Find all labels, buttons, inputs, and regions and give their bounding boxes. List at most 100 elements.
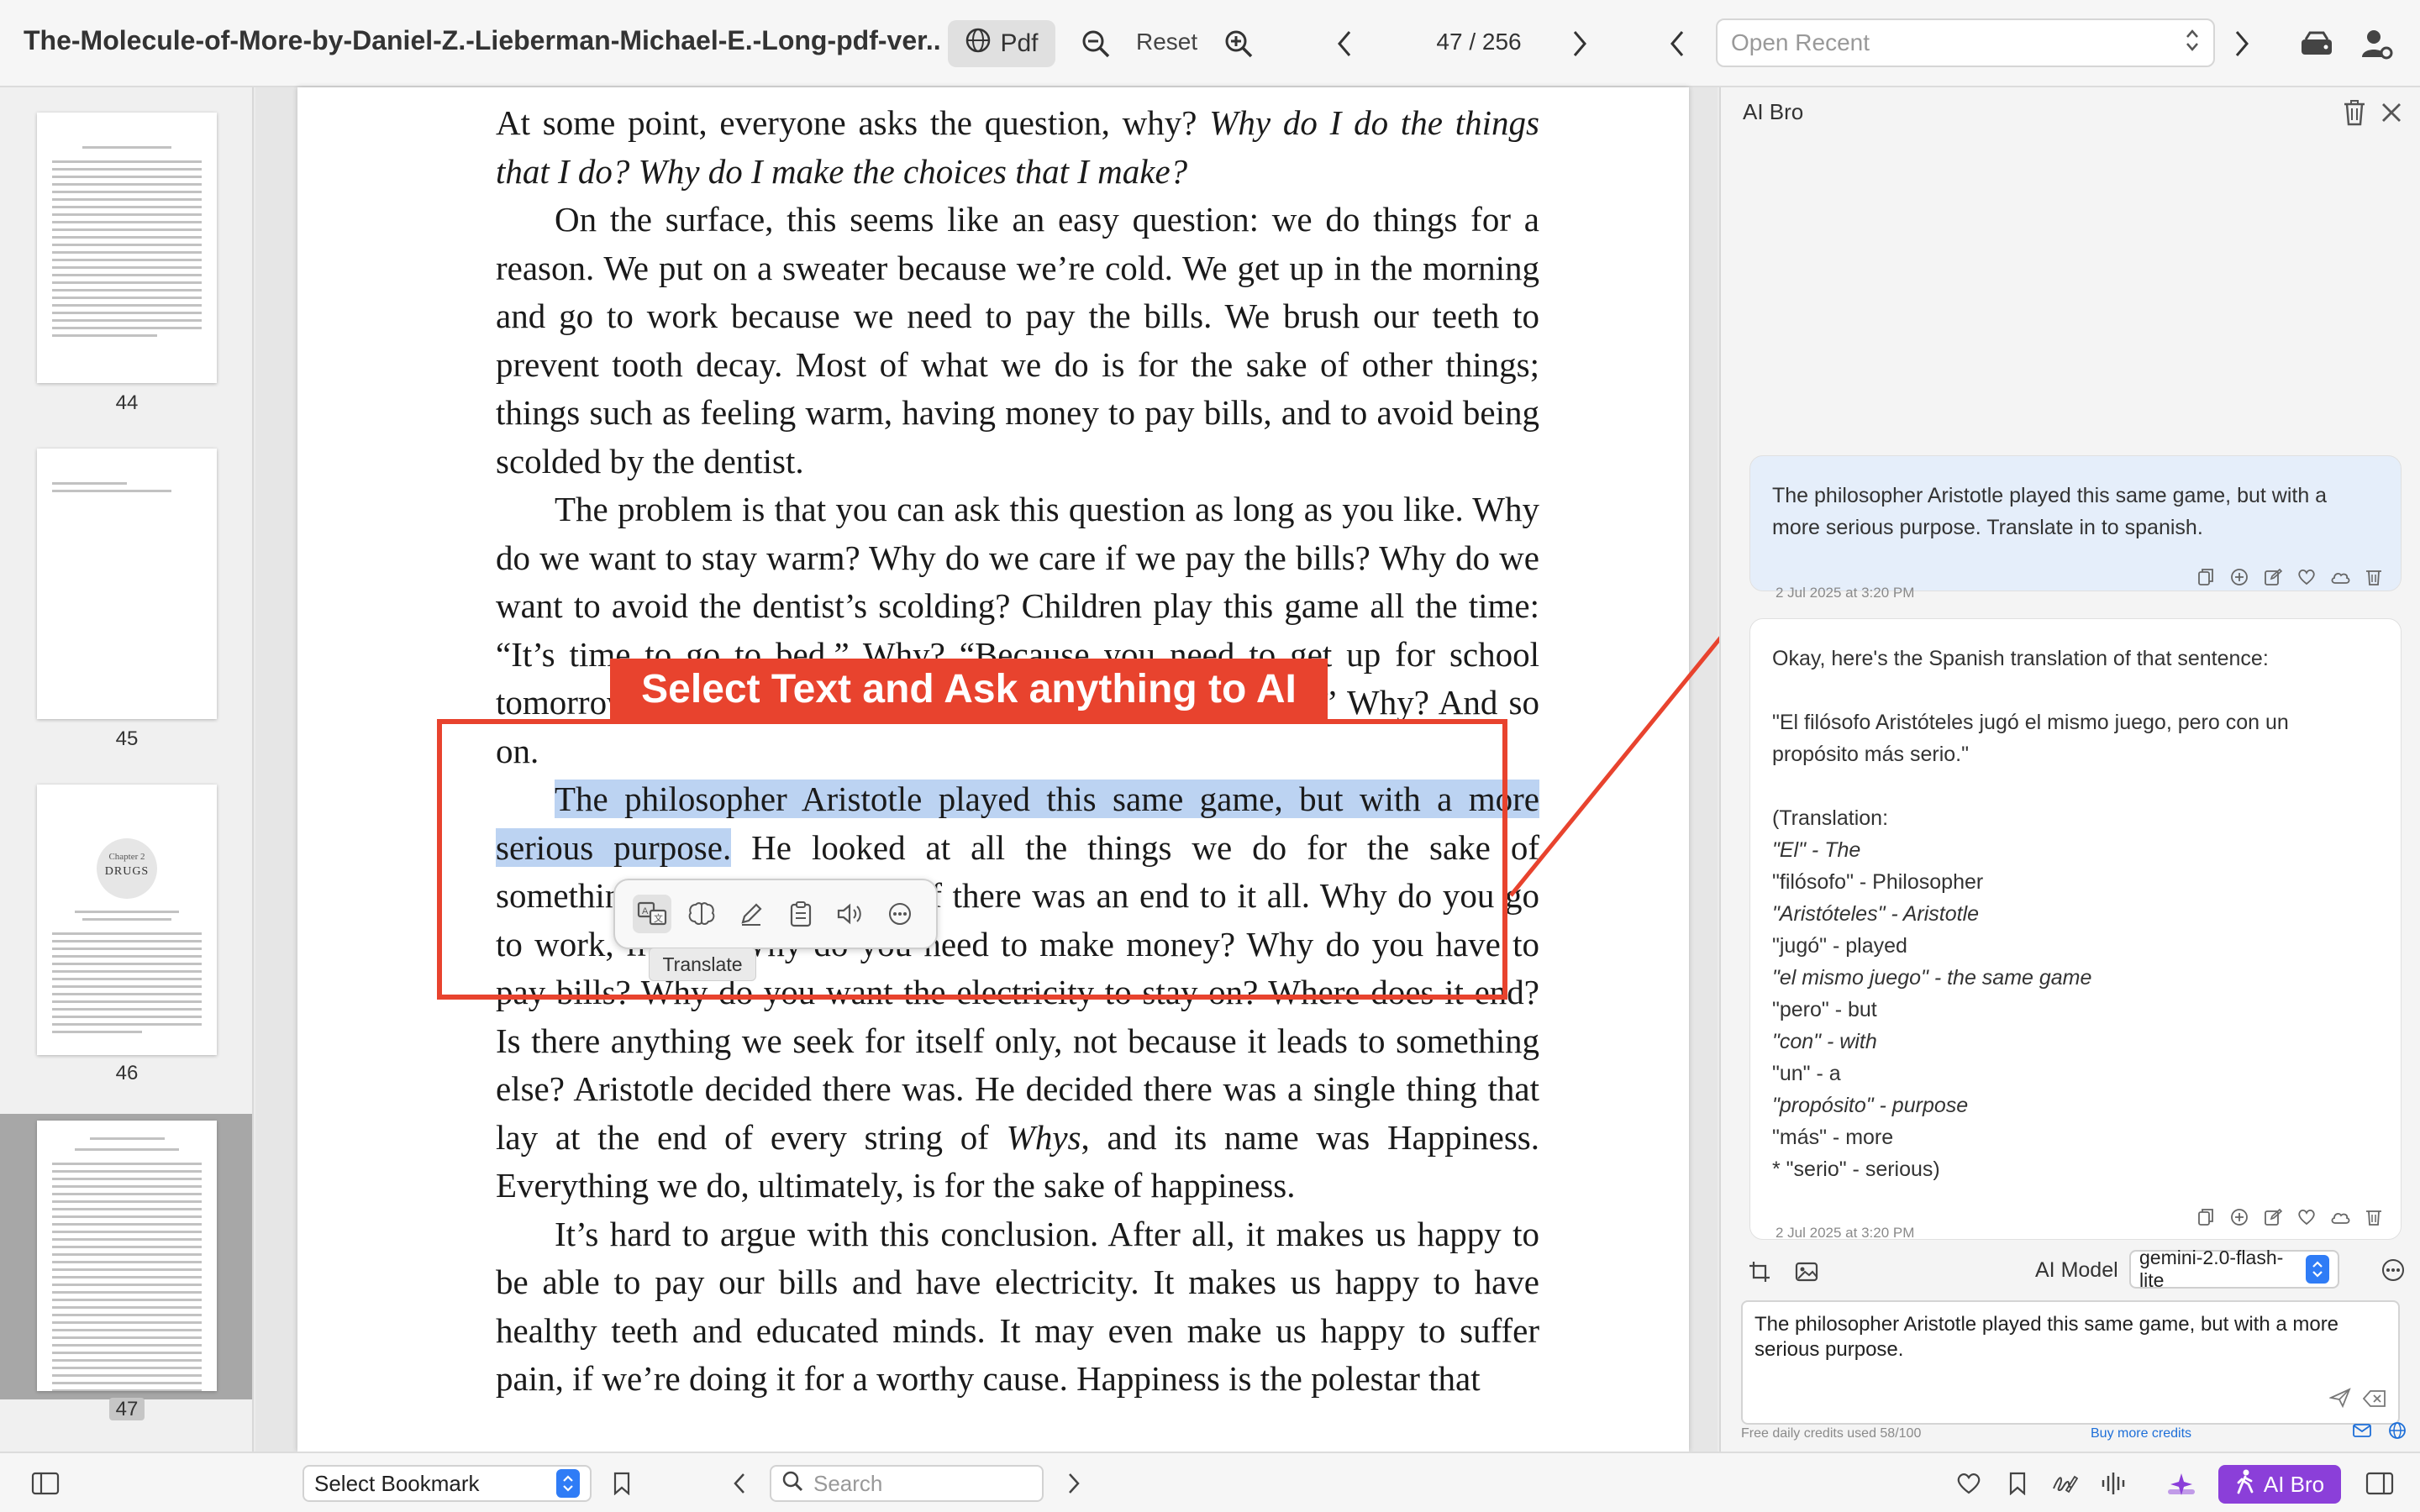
paragraph[interactable]: At some point, everyone asks the questio…	[496, 99, 1539, 196]
svg-text:A: A	[642, 906, 649, 916]
thumbnail-page-45[interactable]	[37, 449, 217, 719]
send-icon[interactable]	[2328, 1388, 2351, 1415]
ai-panel-title: AI Bro	[1743, 99, 1804, 124]
clear-input-icon[interactable]	[2362, 1389, 2386, 1415]
pencil-icon[interactable]	[732, 895, 771, 933]
edit-icon[interactable]	[2263, 1207, 2283, 1227]
thumbnail-page-47[interactable]	[37, 1121, 217, 1391]
assistant-message-text: Okay, here's the Spanish translation of …	[1772, 643, 2379, 1185]
add-icon[interactable]	[2229, 567, 2249, 587]
pdf-mode-button[interactable]: Pdf	[948, 20, 1055, 67]
copy-icon[interactable]	[2196, 1207, 2216, 1227]
clipboard-icon[interactable]	[781, 895, 820, 933]
ai-chat-panel: AI Bro The philosopher Aristotle played …	[1719, 87, 2420, 1452]
assistant-message-line: * "serio" - serious)	[1772, 1158, 1940, 1181]
signature-icon[interactable]	[2047, 1467, 2082, 1500]
ai-prompt-input[interactable]: The philosopher Aristotle played this sa…	[1741, 1300, 2400, 1425]
right-sidebar-toggle-icon[interactable]	[2361, 1467, 2398, 1500]
assistant-message-line: "el mismo juego" - the same game	[1772, 966, 2092, 990]
sparkle-icon[interactable]	[2163, 1468, 2200, 1500]
top-toolbar: The-Molecule-of-More-by-Daniel-Z.-Lieber…	[0, 0, 2420, 87]
person-walking-icon	[2235, 1469, 2255, 1500]
page-indicator: 47 / 256	[1436, 29, 1522, 55]
crop-icon[interactable]	[1743, 1255, 1776, 1289]
heart-icon[interactable]	[2296, 567, 2317, 587]
search-next-button[interactable]	[1057, 1467, 1091, 1500]
more-options-icon[interactable]	[2376, 1253, 2410, 1287]
buy-credits-link[interactable]: Buy more credits	[2091, 1426, 2191, 1441]
thumbnail-page-44[interactable]	[37, 113, 217, 383]
pdf-mode-label: Pdf	[1000, 29, 1039, 57]
assistant-message-line: "filósofo" - Philosopher	[1772, 870, 1984, 894]
user-message-timestamp: 2 Jul 2025 at 3:20 PM	[1776, 585, 1915, 601]
next-page-button[interactable]	[1563, 27, 1597, 60]
search-icon	[781, 1470, 803, 1498]
bookmark-select[interactable]: Select Bookmark	[302, 1465, 592, 1502]
thumbnail-chapter-title: DRUGS	[104, 865, 150, 878]
callout-banner: Select Text and Ask anything to AI	[610, 659, 1328, 719]
assistant-message-line: "con" - with	[1772, 1030, 1877, 1053]
reset-zoom-button[interactable]: Reset	[1136, 29, 1197, 55]
paragraph[interactable]: It’s hard to argue with this conclusion.…	[496, 1210, 1539, 1404]
credits-usage: Free daily credits used 58/100	[1741, 1426, 1922, 1441]
open-recent-placeholder: Open Recent	[1731, 29, 1870, 55]
audio-waveform-icon[interactable]	[2096, 1467, 2131, 1500]
copy-icon[interactable]	[2196, 567, 2216, 587]
selection-action-popup: A文	[613, 879, 938, 949]
translate-icon[interactable]: A文	[632, 895, 671, 933]
bookmark-list-icon[interactable]	[2000, 1467, 2035, 1500]
bookmark-icon[interactable]	[605, 1467, 639, 1500]
up-down-chevron-icon	[556, 1469, 580, 1498]
zoom-in-icon[interactable]	[1220, 25, 1257, 62]
thumbnail-page-46[interactable]: Chapter 2 DRUGS	[37, 785, 217, 1055]
open-recent-select[interactable]: Open Recent	[1716, 18, 2215, 67]
ai-bro-button[interactable]: AI Bro	[2218, 1465, 2341, 1504]
message-actions	[2196, 1207, 2384, 1227]
close-icon[interactable]	[2375, 96, 2408, 129]
speaker-icon[interactable]	[831, 895, 870, 933]
assistant-message-line	[1772, 675, 2379, 706]
up-down-chevron-icon	[2185, 28, 2200, 59]
drive-icon[interactable]	[2296, 24, 2338, 64]
previous-page-button[interactable]	[1328, 27, 1361, 60]
trash-icon[interactable]	[2338, 96, 2371, 129]
zoom-out-icon[interactable]	[1077, 25, 1114, 62]
cloud-icon[interactable]	[2330, 1207, 2350, 1227]
account-settings-icon[interactable]	[2356, 24, 2398, 64]
globe-icon[interactable]	[2388, 1421, 2407, 1444]
paragraph[interactable]: On the surface, this seems like an easy …	[496, 196, 1539, 486]
assistant-message-line: "más" - more	[1772, 1126, 1894, 1149]
thumbnail-label: 44	[115, 391, 139, 414]
delete-icon[interactable]	[2364, 1207, 2384, 1227]
more-options-icon[interactable]	[881, 895, 919, 933]
edit-icon[interactable]	[2263, 567, 2283, 587]
thumbnail-label: 46	[115, 1062, 139, 1084]
ai-input-area: AI Model gemini-2.0-flash-lite The philo…	[1721, 1247, 2420, 1452]
search-previous-button[interactable]	[723, 1467, 756, 1500]
assistant-message-timestamp: 2 Jul 2025 at 3:20 PM	[1776, 1225, 1915, 1241]
user-message: The philosopher Aristotle played this sa…	[1749, 455, 2402, 601]
search-placeholder: Search	[813, 1470, 883, 1496]
assistant-message-line: "un" - a	[1772, 1062, 1841, 1085]
heart-icon[interactable]	[2296, 1207, 2317, 1227]
add-icon[interactable]	[2229, 1207, 2249, 1227]
assistant-message-line: "pero" - but	[1772, 998, 1877, 1021]
image-icon[interactable]	[1790, 1255, 1823, 1289]
recent-back-button[interactable]	[1660, 27, 1694, 60]
bottom-toolbar: Select Bookmark Search AI Bro	[0, 1452, 2420, 1512]
ai-bro-label: AI Bro	[2263, 1471, 2325, 1497]
thumbnail-label: 45	[115, 727, 139, 750]
delete-icon[interactable]	[2364, 567, 2384, 587]
mail-icon[interactable]	[2353, 1423, 2371, 1442]
assistant-message-line: "jugó" - played	[1772, 934, 1907, 958]
heart-icon[interactable]	[1951, 1467, 1986, 1500]
recent-forward-button[interactable]	[2225, 27, 2259, 60]
sidebar-toggle-icon[interactable]	[27, 1467, 64, 1500]
brain-icon[interactable]	[682, 895, 721, 933]
search-input[interactable]: Search	[770, 1465, 1044, 1502]
cloud-icon[interactable]	[2330, 567, 2350, 587]
selection-highlight-box	[437, 719, 1507, 1000]
ai-model-value: gemini-2.0-flash-lite	[2139, 1247, 2284, 1291]
thumbnail-chapter-label: Chapter 2	[108, 852, 145, 862]
ai-model-select[interactable]: gemini-2.0-flash-lite	[2129, 1247, 2339, 1291]
